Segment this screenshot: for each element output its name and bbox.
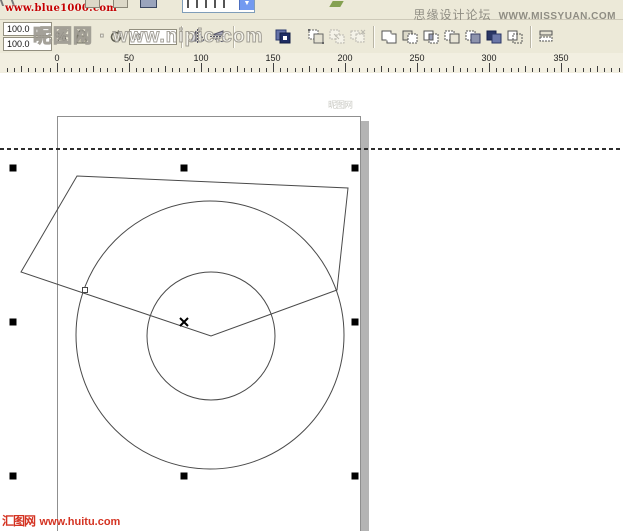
combobox-clipped-text	[187, 0, 227, 8]
mirror-vertical-button[interactable]	[208, 26, 229, 47]
import-icon[interactable]	[140, 0, 157, 8]
rotate-icon	[106, 26, 127, 47]
scale-v-input[interactable]: 100.0	[3, 37, 52, 51]
rotation-input[interactable]: .0	[129, 29, 177, 45]
lock-ratio-icon[interactable]	[71, 26, 92, 47]
front-minus-back-button[interactable]	[463, 26, 484, 47]
scale-h-input[interactable]: 100.0	[3, 22, 52, 36]
trim-button[interactable]	[400, 26, 421, 47]
selection-handle[interactable]	[10, 473, 17, 480]
horizontal-ruler[interactable]: 050100150200250300350	[0, 53, 623, 74]
pencil-icon[interactable]	[329, 1, 343, 7]
mirror-horizontal-button[interactable]	[187, 26, 208, 47]
selection-handle[interactable]	[10, 165, 17, 172]
selection-handle[interactable]	[10, 319, 17, 326]
blue1000-watermark: www.blue1000.com	[5, 3, 117, 14]
ungroup-button[interactable]	[327, 26, 348, 47]
selection-handle[interactable]	[181, 473, 188, 480]
create-boundary-button[interactable]	[505, 26, 526, 47]
huitu-logo-label: 汇图网	[2, 514, 35, 528]
separator	[233, 26, 235, 48]
selection-handle[interactable]	[352, 319, 359, 326]
combobox-dropdown-arrow[interactable]: ▼	[239, 0, 254, 10]
separator	[530, 26, 532, 48]
combine-button[interactable]	[536, 26, 557, 47]
huitu-url-label: www.huitu.com	[39, 516, 120, 528]
scale-fields: 100.0 100.0	[3, 22, 52, 51]
separator	[373, 26, 375, 48]
ruler-ticks: 050100150200250300350	[0, 53, 623, 73]
clipboard-icon[interactable]	[85, 0, 100, 8]
drawing-canvas[interactable]: 昵图网 汇图网 www.huitu.com	[0, 73, 623, 531]
circle-shape[interactable]	[76, 201, 344, 469]
percent-label: %	[55, 29, 67, 44]
ungroup-all-button[interactable]	[348, 26, 369, 47]
zoom-level-combobox[interactable]: ▼	[182, 0, 255, 13]
node-marker[interactable]	[83, 288, 88, 293]
weld-button[interactable]	[379, 26, 400, 47]
group-button[interactable]	[306, 26, 327, 47]
app-window: www.blue1000.com ▼ 思缘设计论坛 WWW.MISSYUAN.C…	[0, 0, 623, 531]
undo-icon[interactable]	[113, 0, 128, 8]
selection-center-marker[interactable]	[180, 318, 188, 326]
selection-handle[interactable]	[181, 165, 188, 172]
to-front-button[interactable]	[273, 26, 294, 47]
property-bar: 100.0 100.0 % .0	[0, 20, 623, 53]
polygon-shape[interactable]	[21, 176, 348, 336]
selection-handle[interactable]	[352, 473, 359, 480]
separator	[181, 26, 183, 48]
back-minus-front-button[interactable]	[484, 26, 505, 47]
huitu-watermark: 汇图网 www.huitu.com	[2, 512, 120, 530]
top-toolbar-row: www.blue1000.com ▼ 思缘设计论坛 WWW.MISSYUAN.C…	[0, 0, 623, 20]
drawing-svg	[0, 73, 623, 531]
selection-handle[interactable]	[352, 165, 359, 172]
simplify-button[interactable]	[442, 26, 463, 47]
intersect-button[interactable]	[421, 26, 442, 47]
